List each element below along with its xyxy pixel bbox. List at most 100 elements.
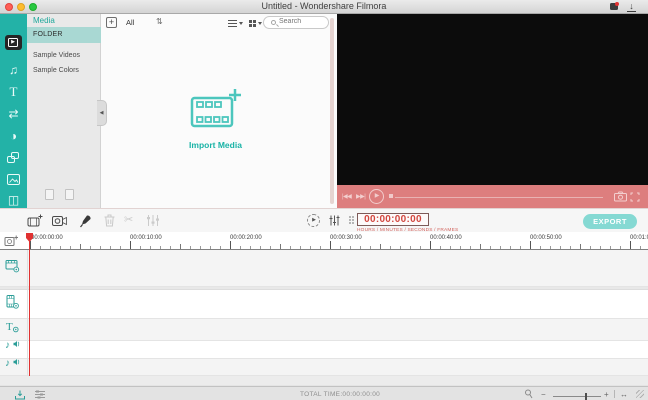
grid-view-caret-icon[interactable] [258,22,262,25]
grid-view-icon[interactable] [249,20,252,23]
drag-grip-icon [349,216,351,218]
add-media-button[interactable]: + [106,17,117,28]
video-track-icon[interactable] [5,259,20,273]
media-content-panel: + All ⇅ Import Media [101,14,337,208]
adjust-icon[interactable] [146,214,160,227]
library-item-sample-colors[interactable]: Sample Colors [33,67,79,74]
feedback-icon[interactable] [610,3,618,10]
player-controls-bar: |◀◀ ▶▶| ▶ [337,185,648,208]
svg-text:T: T [6,321,13,333]
list-view-caret-icon[interactable] [239,22,243,25]
seek-track[interactable] [395,197,603,198]
track-row-video[interactable] [0,250,648,287]
sidebar-item-audio[interactable]: ♫ [0,61,27,81]
sidebar-item-filters[interactable]: ◑ [0,127,27,147]
timecode-display[interactable]: 00:00:00:00 [357,213,429,226]
track-layout-icon[interactable] [34,390,46,399]
track-row-pip[interactable] [0,290,648,319]
track-row-voice[interactable] [0,359,648,376]
library-item-folder[interactable]: FOLDER [27,27,101,43]
collapse-panel-handle[interactable]: ◀ [97,100,107,126]
export-button[interactable]: EXPORT [583,214,637,229]
voiceover-mic-icon[interactable] [79,214,92,228]
ruler-label: 00:00:50:00 [530,235,562,241]
pip-track-icon[interactable] [5,295,19,309]
divider [614,390,615,398]
search-input[interactable] [279,18,325,25]
music-icon: ♫ [9,63,18,77]
voice-track-icon[interactable]: ♪ [5,356,21,368]
fullscreen-icon[interactable] [630,192,640,202]
library-item-sample-videos[interactable]: Sample Videos [33,52,80,59]
delete-icon[interactable] [104,214,115,227]
import-media-label[interactable]: Import Media [101,140,330,150]
sidebar-item-media[interactable]: ▶ [0,33,27,53]
sidebar-item-text[interactable]: T [0,83,27,103]
split-icon[interactable]: ✂ [124,213,133,226]
zoom-out-button[interactable]: − [541,390,546,399]
collapse-icon: ◀ [100,110,104,116]
status-bar: TOTAL TIME:00:00:00:00 − + ↔ [0,386,648,400]
zoom-in-button[interactable]: + [604,390,609,399]
seek-handle[interactable] [389,194,393,198]
preview-viewport[interactable] [337,14,648,185]
music-track-icon[interactable]: ♪ [5,338,21,350]
filters-icon: ◑ [10,129,17,143]
play-icon: ▶ [375,193,380,199]
timeline-mode-icon[interactable] [14,390,26,400]
list-view-icon[interactable] [228,20,237,27]
ruler-label: 00:00:30:00 [330,235,362,241]
import-media-icon [189,88,243,134]
ruler-label: 00:00:00:00 [31,235,63,241]
sidebar-item-elements[interactable] [0,170,27,190]
text-icon: T [10,84,18,99]
play-icon: ▶ [312,217,316,223]
playhead-line [29,241,30,376]
ruler-major-ticks [30,241,648,249]
audio-mixer-icon[interactable] [328,214,341,227]
track-header-divider [27,250,28,376]
fit-timeline-button[interactable]: ↔ [620,390,628,399]
panel-title: Media [33,16,55,25]
skip-to-start-icon[interactable]: |◀◀ [342,193,351,200]
media-filter-dropdown[interactable]: All [126,18,134,27]
zoom-slider-handle[interactable] [585,393,587,400]
ruler-label: 00:01:0 [630,235,648,241]
delete-folder-icon[interactable] [65,189,74,200]
split-screen-icon: ◫ [8,193,19,207]
download-icon[interactable]: ↓ [627,1,636,12]
media-library-panel: Media FOLDER Sample Videos Sample Colors [27,14,101,208]
next-frame-icon[interactable]: ▶▶| [356,193,365,200]
import-media-dropzone[interactable] [101,88,330,136]
zoom-level-icon [524,389,533,399]
image-icon [7,174,20,185]
record-screen-icon[interactable] [52,215,68,227]
instant-cutter-icon[interactable]: ▶ [307,214,320,227]
play-button[interactable]: ▶ [369,189,384,204]
text-track-icon[interactable]: T [5,320,19,333]
ruler-label: 00:00:40:00 [430,235,462,241]
transitions-icon: ⇄ [8,107,18,121]
zoom-slider-track[interactable] [553,396,601,397]
track-manager-icon[interactable] [4,235,19,247]
media-icon: ▶ [5,35,22,50]
window-title: Untitled - Wondershare Filmora [0,0,648,14]
sort-icon[interactable]: ⇅ [156,17,163,26]
ruler-label: 00:00:10:00 [130,235,162,241]
track-row-text[interactable] [0,319,648,341]
search-icon [271,20,276,25]
sidebar-item-overlays[interactable] [0,148,27,168]
sidebar-item-transitions[interactable]: ⇄ [0,105,27,125]
track-row-music[interactable] [0,341,648,359]
total-time-label: TOTAL TIME:00:00:00:00 [300,391,380,398]
search-box [263,16,329,29]
add-to-timeline-icon[interactable] [27,214,43,228]
snapshot-camera-icon[interactable] [614,191,627,202]
timeline-ruler[interactable]: 00:00:00:00 00:00:10:00 00:00:20:00 00:0… [0,232,648,250]
track-area-empty [0,376,648,386]
overlays-icon [7,152,20,164]
add-folder-icon[interactable] [45,189,54,200]
resize-grip[interactable] [636,390,644,398]
library-scrollbar[interactable] [330,18,334,204]
title-bar: Untitled - Wondershare Filmora ↓ [0,0,648,14]
